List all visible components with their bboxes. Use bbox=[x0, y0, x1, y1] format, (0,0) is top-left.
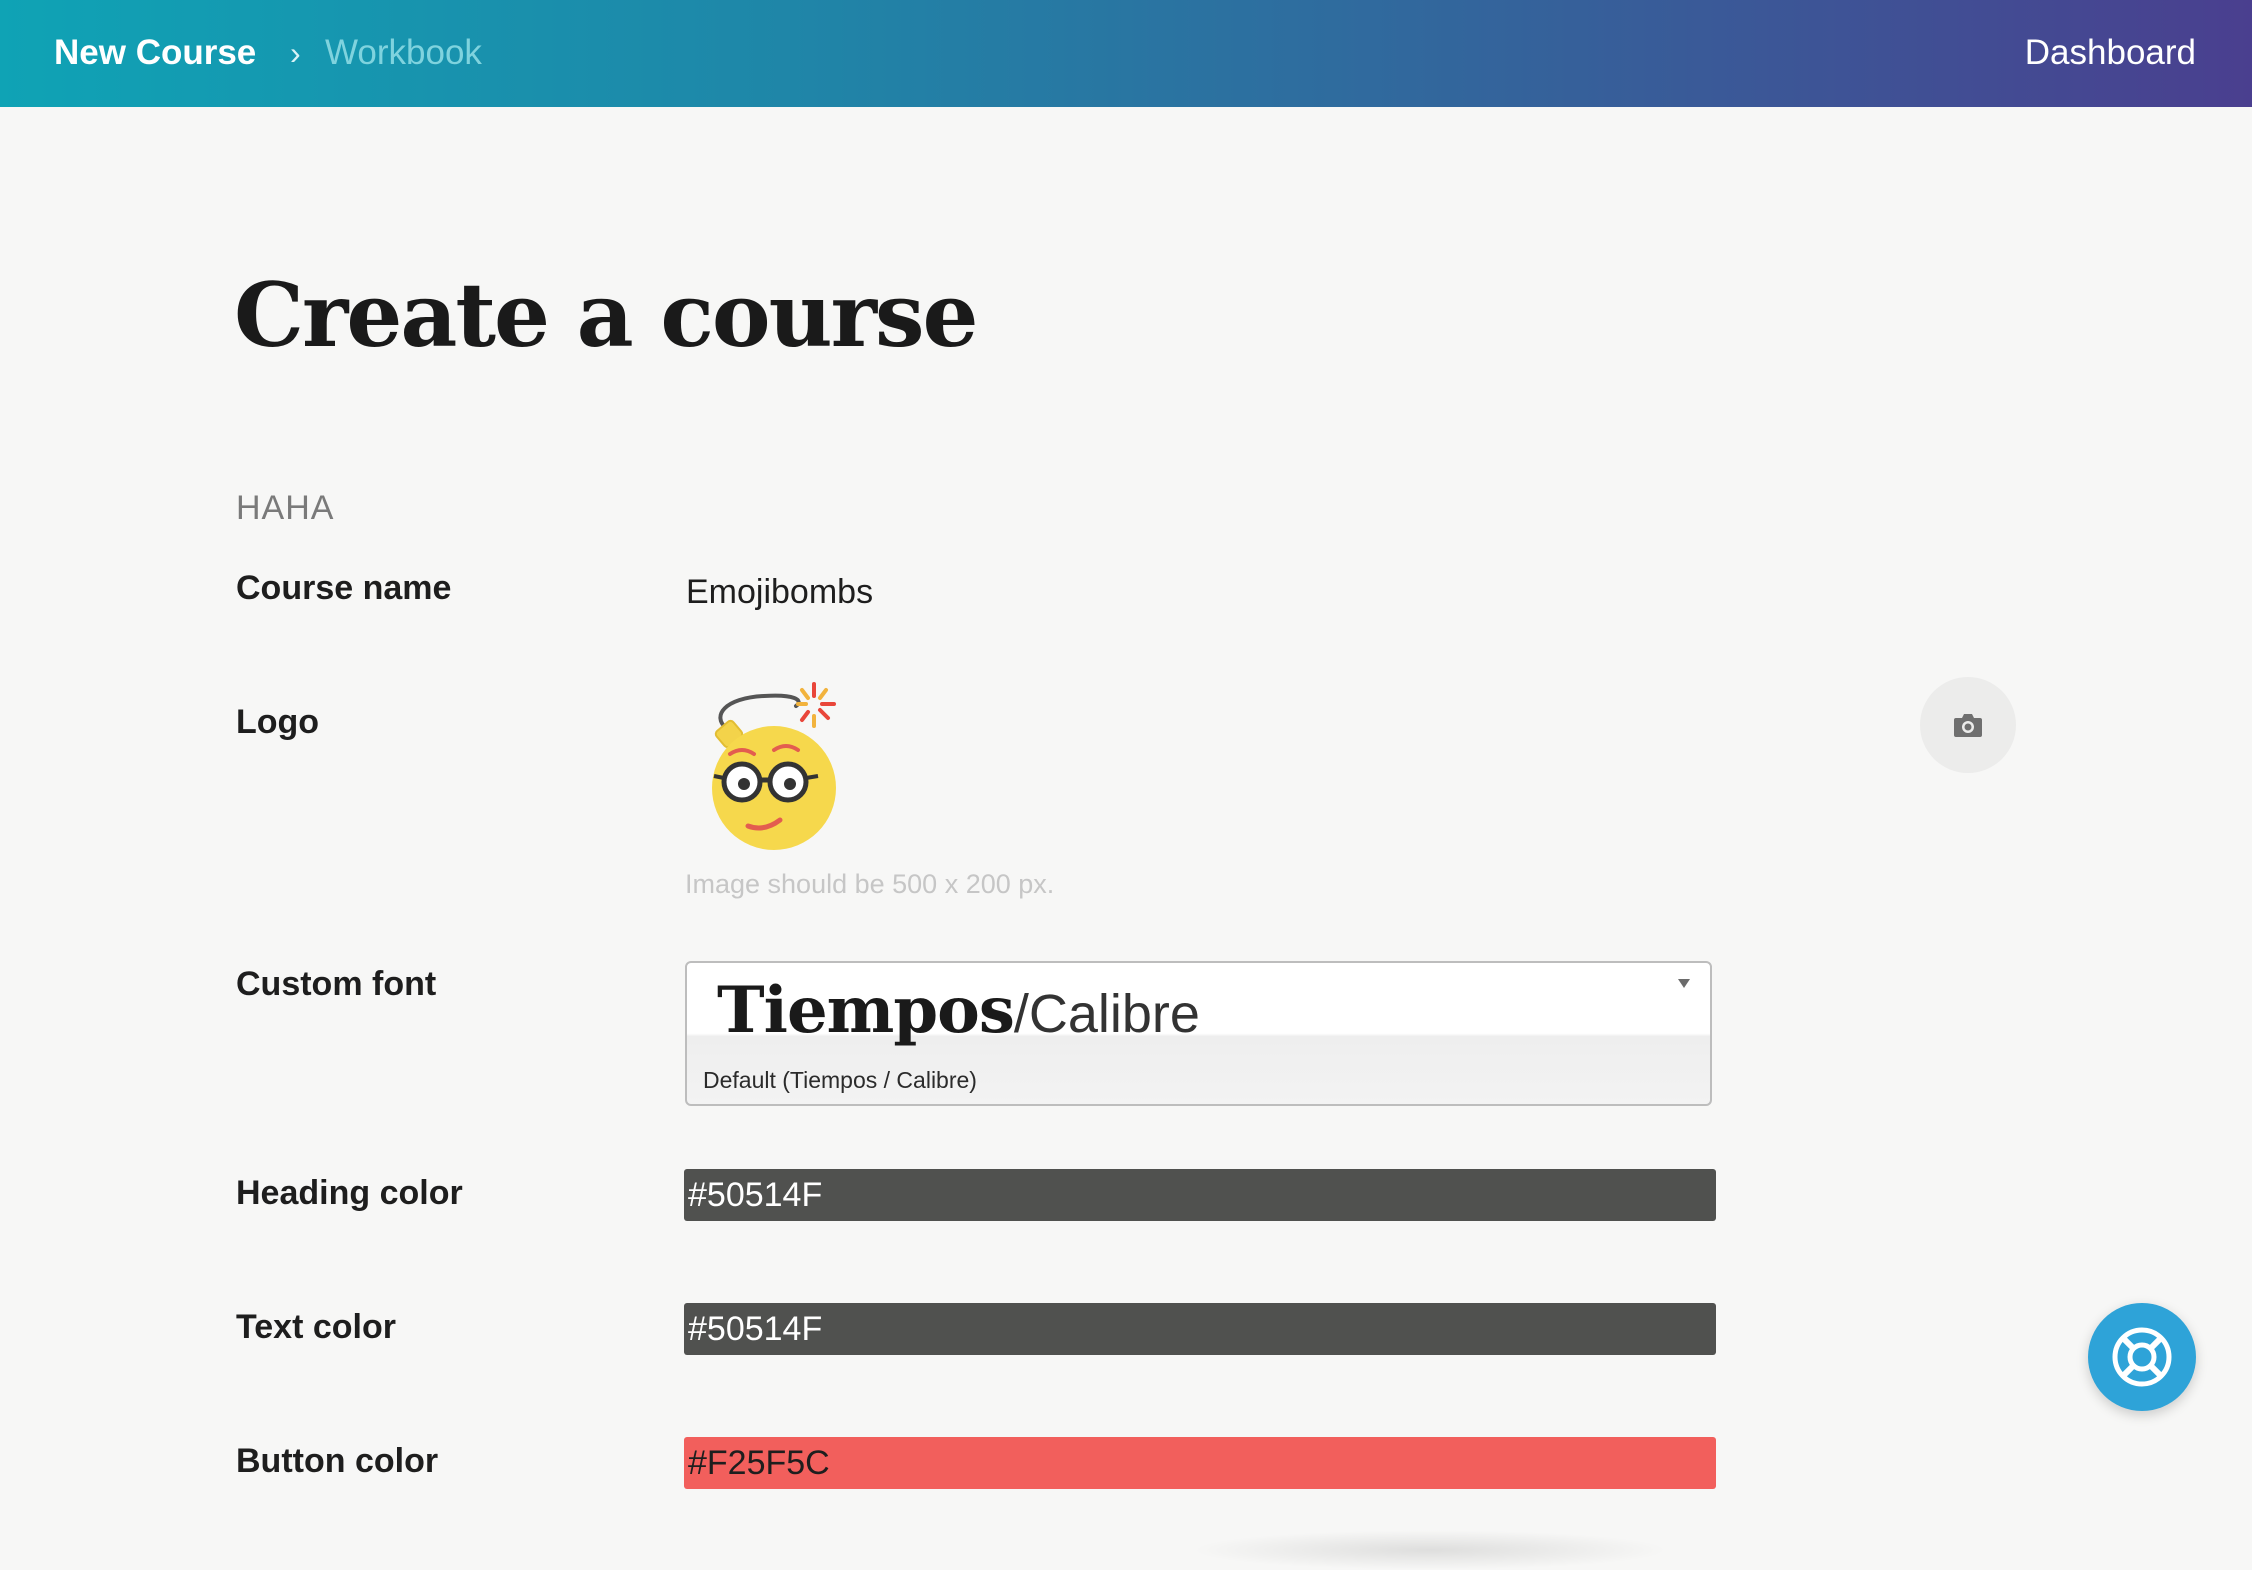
top-navigation-bar: New Course › Workbook Dashboard bbox=[0, 0, 2252, 107]
custom-font-select[interactable]: Tiempos/Calibre Default (Tiempos / Calib… bbox=[685, 961, 1712, 1106]
font-preview: Tiempos/Calibre bbox=[717, 971, 1200, 1068]
camera-icon bbox=[1954, 714, 1982, 737]
logo-size-hint: Image should be 500 x 200 px. bbox=[685, 869, 1055, 899]
button-color-input[interactable] bbox=[684, 1437, 1716, 1489]
card-shadow bbox=[1190, 1530, 1670, 1570]
heading-color-label: Heading color bbox=[236, 1174, 463, 1212]
text-color-label: Text color bbox=[236, 1308, 396, 1346]
button-color-label: Button color bbox=[236, 1442, 439, 1480]
breadcrumb-chevron-icon: › bbox=[290, 35, 301, 71]
dashboard-link[interactable]: Dashboard bbox=[2025, 30, 2196, 76]
breadcrumb-workbook: Workbook bbox=[325, 33, 482, 72]
font-select-value: Default (Tiempos / Calibre) bbox=[703, 1067, 977, 1093]
page-title: Create a course bbox=[234, 263, 978, 367]
upload-logo-button[interactable] bbox=[1920, 677, 2016, 773]
course-name-field[interactable]: Emojibombs bbox=[686, 570, 873, 614]
breadcrumb-new-course[interactable]: New Course bbox=[54, 30, 256, 76]
heading-color-input[interactable] bbox=[684, 1169, 1716, 1221]
course-name-label: Course name bbox=[236, 569, 452, 607]
custom-font-label: Custom font bbox=[236, 965, 437, 1003]
emoji-bomb-nerd-icon bbox=[704, 676, 854, 856]
font-preview-separator: / bbox=[1013, 984, 1029, 1044]
font-preview-body: Calibre bbox=[1028, 984, 1200, 1044]
text-color-input[interactable] bbox=[684, 1303, 1716, 1355]
section-label: HAHA bbox=[236, 489, 335, 527]
logo-label: Logo bbox=[236, 703, 320, 741]
lifebuoy-icon bbox=[2112, 1327, 2172, 1387]
help-button[interactable] bbox=[2088, 1303, 2196, 1411]
dropdown-caret-icon bbox=[1678, 979, 1690, 988]
font-preview-heading: Tiempos bbox=[717, 973, 1015, 1048]
